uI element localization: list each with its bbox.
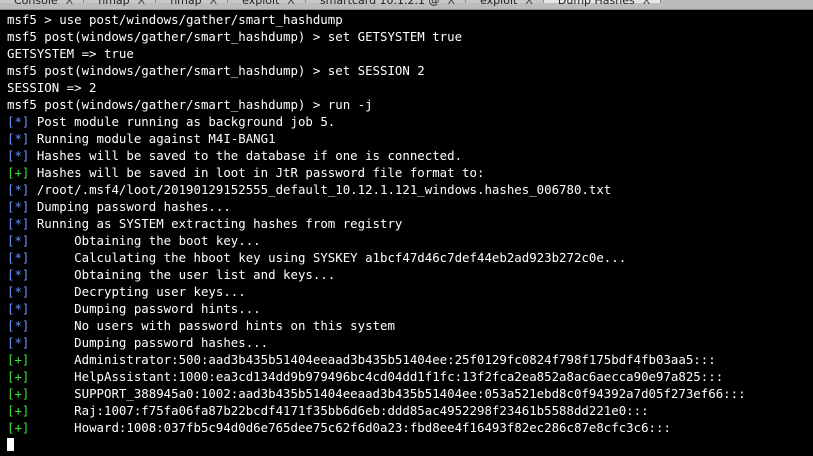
status-marker-info: [*]: [7, 233, 30, 248]
terminal-line: [*] Running as SYSTEM extracting hashes …: [7, 215, 813, 232]
terminal-line: [*] Running module against M4I-BANG1: [7, 130, 813, 147]
tab-label: exploit: [480, 0, 518, 7]
cursor-line: [7, 436, 813, 451]
status-marker-info: [*]: [7, 301, 30, 316]
tab-label: nmap: [170, 0, 202, 7]
line-text: Running as SYSTEM extracting hashes from…: [29, 216, 403, 231]
status-marker-info: [*]: [7, 148, 30, 163]
tab-2[interactable]: nmap X: [156, 0, 229, 7]
terminal-line: [+] Hashes will be saved in loot in JtR …: [7, 164, 813, 181]
line-text: Dumping password hashes...: [29, 199, 231, 214]
status-marker-info: [*]: [7, 216, 30, 231]
line-text: msf5 post(windows/gather/smart_hashdump)…: [7, 29, 463, 44]
terminal-tab-bar: Console Xnmap Xnmap Xexploit Xsmartcard 10.1…: [0, 0, 813, 10]
status-marker-info: [*]: [7, 318, 30, 333]
close-icon[interactable]: X: [66, 0, 74, 7]
terminal-line: [+] HelpAssistant:1000:ea3cd134dd9b97949…: [7, 368, 813, 385]
status-marker-good: [+]: [7, 165, 30, 180]
terminal-cursor: [7, 438, 14, 451]
line-text: Running module against M4I-BANG1: [29, 131, 276, 146]
status-marker-good: [+]: [7, 369, 30, 384]
terminal-line: [+] SUPPORT_388945a0:1002:aad3b435b51404…: [7, 385, 813, 402]
terminal-line: [*] Obtaining the boot key...: [7, 232, 813, 249]
line-text: HelpAssistant:1000:ea3cd134dd9b979496bc4…: [29, 369, 724, 384]
terminal-line: [*] Calculating the hboot key using SYSK…: [7, 249, 813, 266]
close-icon[interactable]: X: [287, 0, 295, 7]
status-marker-info: [*]: [7, 335, 30, 350]
status-marker-info: [*]: [7, 284, 30, 299]
close-icon[interactable]: X: [525, 0, 533, 7]
status-marker-good: [+]: [7, 386, 30, 401]
status-marker-good: [+]: [7, 420, 30, 435]
tab-label: nmap: [98, 0, 130, 7]
terminal-line: [+] Administrator:500:aad3b435b51404eeaa…: [7, 351, 813, 368]
line-text: SESSION => 2: [7, 80, 97, 95]
line-text: No users with password hints on this sys…: [29, 318, 395, 333]
status-marker-good: [+]: [7, 352, 30, 367]
terminal-line: [*] Obtaining the user list and keys...: [7, 266, 813, 283]
terminal-line: [*] Dumping password hashes...: [7, 334, 813, 351]
close-icon[interactable]: X: [210, 0, 218, 7]
line-text: Hashes will be saved to the database if …: [29, 148, 463, 163]
terminal-line: SESSION => 2: [7, 79, 813, 96]
tab-5[interactable]: exploit X: [466, 0, 544, 7]
terminal-line: msf5 post(windows/gather/smart_hashdump)…: [7, 96, 813, 113]
terminal-line: [*] No users with password hints on this…: [7, 317, 813, 334]
tab-6[interactable]: Dump Hashes X: [543, 0, 662, 7]
status-marker-info: [*]: [7, 131, 30, 146]
line-text: Hashes will be saved in loot in JtR pass…: [29, 165, 485, 180]
tab-label: smartcard 10.1.2.1 @: [319, 0, 440, 7]
line-text: Post module running as background job 5.: [29, 114, 336, 129]
terminal-line: [*] Dumping password hashes...: [7, 198, 813, 215]
terminal-line: [*] Dumping password hints...: [7, 300, 813, 317]
tab-label: Dump Hashes: [557, 0, 635, 7]
status-marker-good: [+]: [7, 403, 30, 418]
close-icon[interactable]: X: [643, 0, 651, 7]
status-marker-info: [*]: [7, 250, 30, 265]
line-text: Decrypting user keys...: [29, 284, 246, 299]
terminal-line: GETSYSTEM => true: [7, 45, 813, 62]
terminal-line: [+] Howard:1008:037fb5c94d0d6e765dee75c6…: [7, 419, 813, 436]
line-text: Obtaining the boot key...: [29, 233, 261, 248]
line-text: Raj:1007:f75fa06fa87b22bcdf4171f35bb6d6e…: [29, 403, 649, 418]
close-icon[interactable]: X: [448, 0, 456, 7]
line-text: Howard:1008:037fb5c94d0d6e765dee75c62f6d…: [29, 420, 671, 435]
tab-3[interactable]: exploit X: [228, 0, 306, 7]
status-marker-info: [*]: [7, 182, 30, 197]
line-text: msf5 post(windows/gather/smart_hashdump)…: [7, 63, 425, 78]
close-icon[interactable]: X: [138, 0, 146, 7]
status-marker-info: [*]: [7, 267, 30, 282]
line-text: Calculating the hboot key using SYSKEY a…: [29, 250, 627, 265]
terminal-line: msf5 > use post/windows/gather/smart_has…: [7, 11, 813, 28]
terminal-line: [*] Decrypting user keys...: [7, 283, 813, 300]
tab-4[interactable]: smartcard 10.1.2.1 @ X: [305, 0, 467, 7]
terminal-line: msf5 post(windows/gather/smart_hashdump)…: [7, 28, 813, 45]
terminal-output[interactable]: msf5 > use post/windows/gather/smart_has…: [7, 11, 813, 451]
line-text: msf5 post(windows/gather/smart_hashdump)…: [7, 97, 373, 112]
tab-label: exploit: [242, 0, 280, 7]
terminal-line: [+] Raj:1007:f75fa06fa87b22bcdf4171f35bb…: [7, 402, 813, 419]
tab-0[interactable]: Console X: [0, 0, 85, 7]
status-marker-info: [*]: [7, 114, 30, 129]
tab-1[interactable]: nmap X: [84, 0, 157, 7]
line-text: /root/.msf4/loot/20190129152555_default_…: [29, 182, 612, 197]
line-text: msf5 > use post/windows/gather/smart_has…: [7, 12, 343, 27]
line-text: SUPPORT_388945a0:1002:aad3b435b51404eeaa…: [29, 386, 746, 401]
line-text: Administrator:500:aad3b435b51404eeaad3b4…: [29, 352, 716, 367]
terminal-line: [*] Post module running as background jo…: [7, 113, 813, 130]
line-text: Dumping password hashes...: [29, 335, 269, 350]
tab-label: Console: [14, 0, 58, 7]
status-marker-info: [*]: [7, 199, 30, 214]
line-text: Obtaining the user list and keys...: [29, 267, 336, 282]
terminal-line: msf5 post(windows/gather/smart_hashdump)…: [7, 62, 813, 79]
line-text: Dumping password hints...: [29, 301, 261, 316]
terminal-line: [*] Hashes will be saved to the database…: [7, 147, 813, 164]
line-text: GETSYSTEM => true: [7, 46, 134, 61]
terminal-line: [*] /root/.msf4/loot/20190129152555_defa…: [7, 181, 813, 198]
